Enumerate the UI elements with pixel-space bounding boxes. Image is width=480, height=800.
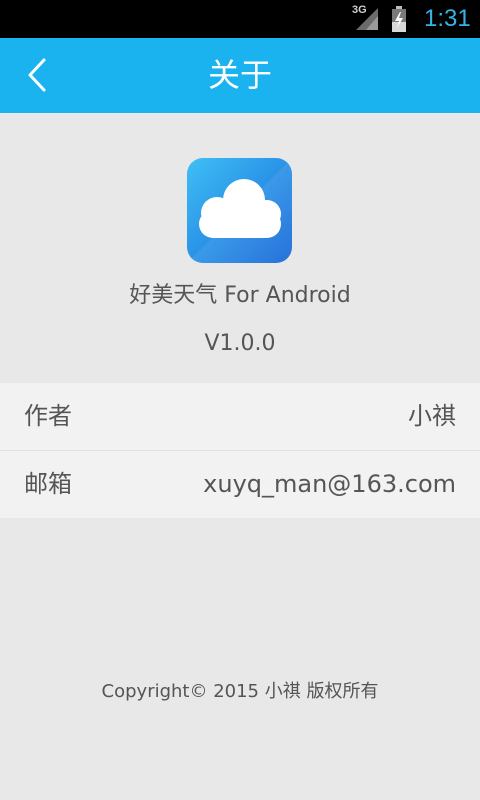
author-value: 小祺 [408,402,456,430]
copyright-text: Copyright© 2015 小祺 版权所有 [101,681,379,702]
app-name: 好美天气 For Android [129,283,351,308]
email-label: 邮箱 [24,470,72,498]
app-logo [187,158,292,263]
author-row: 作者 小祺 [0,383,480,451]
author-label: 作者 [24,402,72,430]
title-bar: 关于 [0,38,480,113]
email-value[interactable]: xuyq_man@163.com [203,451,456,518]
status-clock: 1:31 [424,5,471,32]
email-row[interactable]: 邮箱 xuyq_man@163.com [0,451,480,518]
page-title: 关于 [207,56,272,94]
status-bar: 3G 1:31 [0,0,480,38]
info-list: 作者 小祺 邮箱 xuyq_man@163.com [0,383,480,518]
network-type-label: 3G [352,4,367,16]
app-version: V1.0.0 [204,331,276,356]
cloud-icon [187,158,292,263]
battery-charging-icon [392,6,406,32]
